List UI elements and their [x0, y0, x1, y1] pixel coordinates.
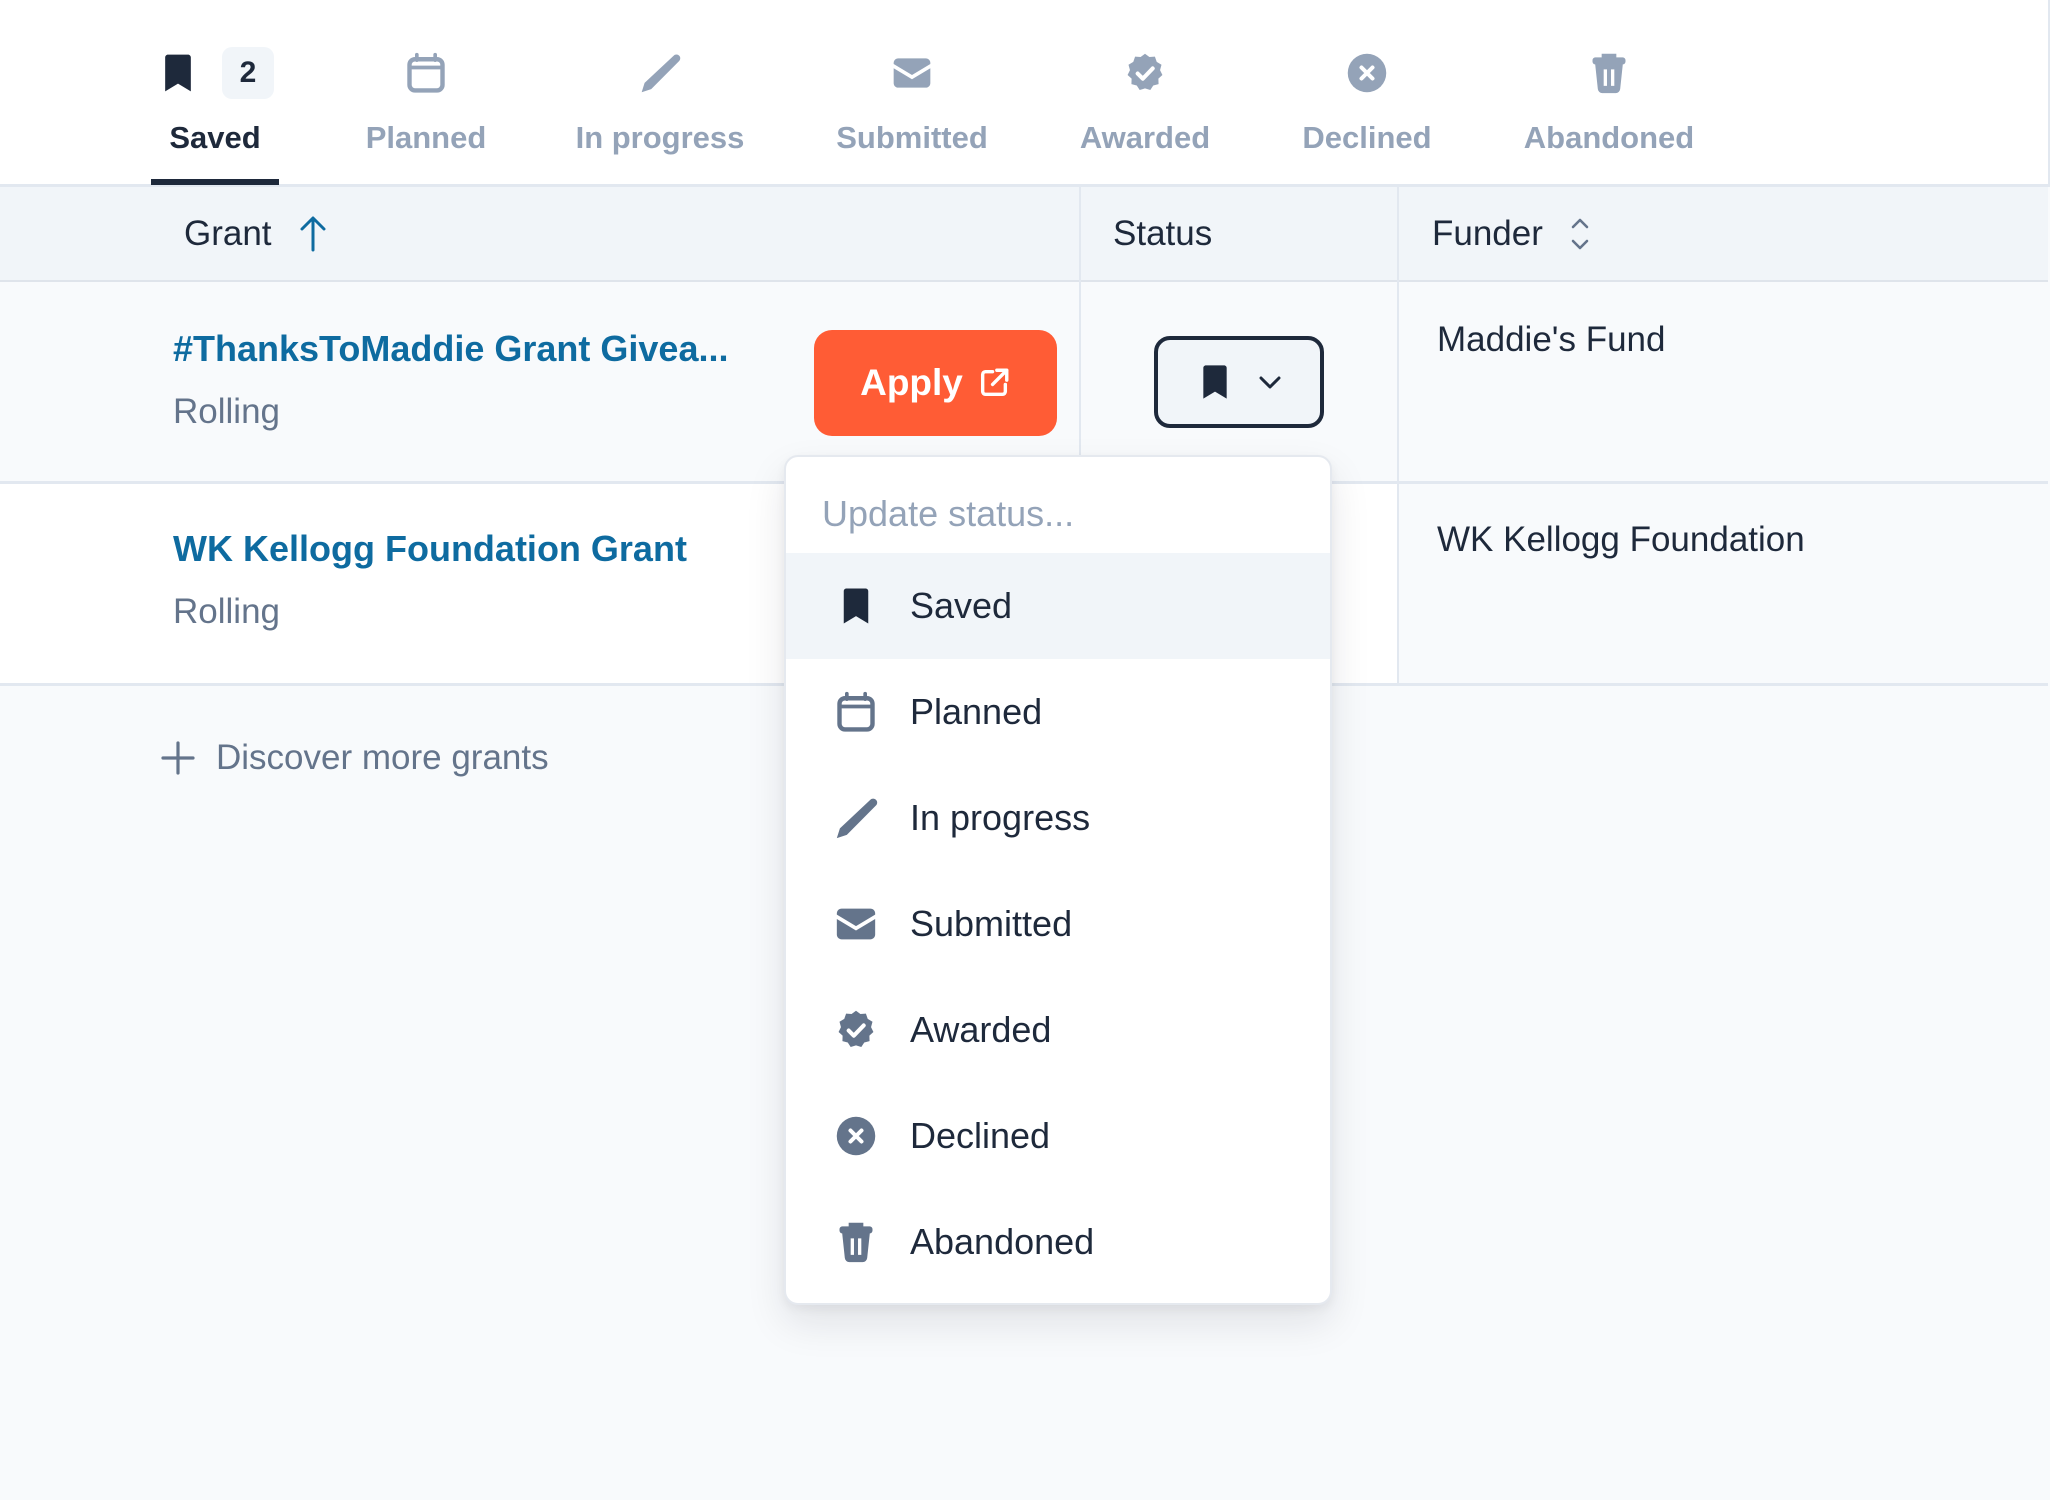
option-label: Declined — [910, 1115, 1051, 1156]
tab-abandoned[interactable]: Abandoned — [1517, 0, 1701, 184]
sort-ascending-icon — [300, 216, 326, 251]
column-header-status: Status — [1113, 187, 1212, 280]
plus-icon — [161, 741, 195, 775]
funder-name: WK Kellogg Foundation — [1437, 520, 1805, 559]
tab-saved[interactable]: 2 Saved — [151, 0, 279, 185]
apply-button[interactable]: Apply — [814, 330, 1057, 436]
tab-label: Submitted — [836, 120, 988, 155]
column-header-grant[interactable]: Grant — [184, 187, 328, 280]
pencil-icon — [833, 795, 879, 841]
option-label: Saved — [910, 585, 1013, 626]
pencil-icon — [638, 49, 682, 97]
chevron-down-icon — [1259, 376, 1281, 389]
sort-toggle-icon — [1571, 218, 1589, 249]
status-option-declined[interactable]: Declined — [786, 1083, 1330, 1189]
status-option-awarded[interactable]: Awarded — [786, 977, 1330, 1083]
apply-label: Apply — [860, 362, 963, 403]
x-circle-icon — [834, 1113, 878, 1159]
funder-cell — [1398, 484, 2048, 683]
tab-declined[interactable]: Declined — [1297, 0, 1437, 184]
bookmark-icon — [835, 583, 877, 629]
grant-deadline: Rolling — [173, 392, 280, 431]
bookmark-icon — [1195, 360, 1235, 404]
status-tab-bar: 2 Saved Planned In progress Submitted Aw… — [0, 0, 2050, 187]
status-option-saved[interactable]: Saved — [786, 553, 1330, 659]
column-label: Status — [1113, 213, 1213, 253]
external-link-icon — [980, 368, 1009, 397]
option-label: In progress — [910, 797, 1091, 838]
status-option-submitted[interactable]: Submitted — [786, 871, 1330, 977]
tab-planned[interactable]: Planned — [354, 0, 498, 184]
tab-label: Saved — [169, 120, 261, 155]
bookmark-icon — [156, 49, 200, 97]
funder-name: Maddie's Fund — [1437, 320, 1666, 359]
column-label: Funder — [1432, 213, 1543, 253]
tab-label: Planned — [365, 120, 487, 155]
x-circle-icon — [1345, 49, 1389, 97]
grant-deadline: Rolling — [173, 592, 280, 631]
tab-label: Declined — [1302, 120, 1432, 155]
grant-title-link[interactable]: WK Kellogg Foundation Grant — [173, 528, 687, 570]
badge-check-icon — [1123, 49, 1167, 97]
option-label: Abandoned — [910, 1221, 1095, 1262]
status-option-in-progress[interactable]: In progress — [786, 765, 1330, 871]
discover-label: Discover more grants — [216, 738, 549, 777]
envelope-icon — [890, 49, 934, 97]
option-label: Planned — [910, 691, 1043, 732]
status-select-button[interactable] — [1154, 336, 1324, 428]
grant-title-link[interactable]: #ThanksToMaddie Grant Givea... — [173, 328, 728, 370]
status-dropdown-menu: Saved Planned In progress Submitted Awar… — [784, 455, 1332, 1305]
column-divider — [1397, 187, 1399, 685]
tab-submitted[interactable]: Submitted — [830, 0, 994, 184]
column-header-funder[interactable]: Funder — [1432, 187, 1591, 280]
discover-more-grants-link[interactable]: Discover more grants — [160, 738, 549, 778]
tab-label: Abandoned — [1523, 120, 1695, 155]
badge-check-icon — [834, 1007, 878, 1053]
calendar-icon — [404, 49, 448, 97]
envelope-icon — [832, 901, 880, 947]
table-header: Grant Status Funder — [0, 187, 2048, 283]
tab-label: In progress — [575, 120, 745, 155]
status-option-abandoned[interactable]: Abandoned — [786, 1189, 1330, 1295]
status-option-planned[interactable]: Planned — [786, 659, 1330, 765]
saved-count-badge: 2 — [222, 47, 274, 99]
option-label: Submitted — [910, 903, 1073, 944]
status-search-input[interactable] — [820, 483, 1294, 545]
column-divider — [1079, 187, 1081, 482]
option-label: Awarded — [910, 1009, 1052, 1050]
tab-label: Awarded — [1079, 120, 1211, 155]
calendar-icon — [834, 689, 878, 735]
trash-icon — [834, 1218, 878, 1266]
tab-in-progress[interactable]: In progress — [570, 0, 750, 184]
trash-icon — [1587, 49, 1631, 97]
tab-awarded[interactable]: Awarded — [1075, 0, 1215, 184]
column-label: Grant — [184, 213, 272, 253]
